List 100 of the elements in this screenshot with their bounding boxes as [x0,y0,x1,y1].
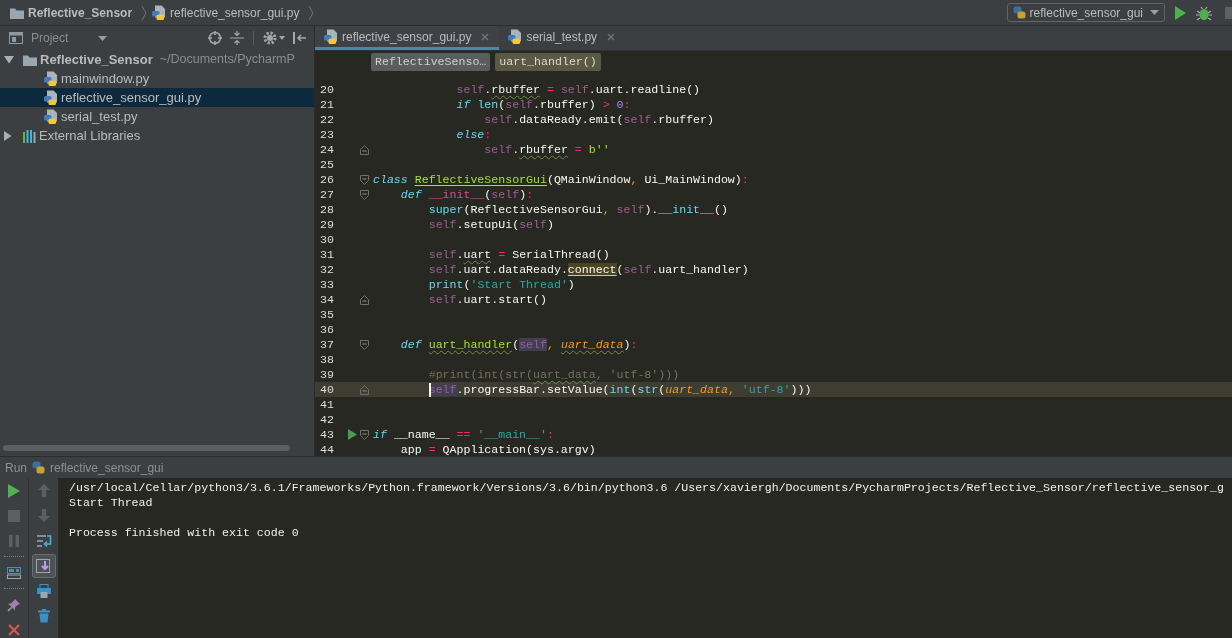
breadcrumb-item[interactable]: reflective_sensor_gui.py [152,3,300,22]
code-line: self.rbuffer = self.uart.readline() [456,82,701,97]
breadcrumb-item[interactable]: uart_handler() [495,53,601,71]
editor-tab[interactable]: reflective_sensor_gui.py [315,26,500,50]
layout-icon[interactable] [7,566,21,579]
line-number: 20 [320,82,334,97]
panel-title[interactable]: Project [31,29,69,47]
python-file-icon [324,28,338,45]
tree-item[interactable]: External Libraries [0,126,314,145]
fold-start-icon[interactable] [360,339,369,350]
line-number: 26 [320,172,334,187]
chevron-icon [141,4,148,21]
caret-icon[interactable] [279,36,285,40]
scrollbar-thumb[interactable] [3,445,290,451]
collapse-all-icon[interactable] [230,31,244,45]
code-line: self.uart.start() [428,292,547,307]
folder-icon [10,6,24,19]
tree-item[interactable]: mainwindow.py [0,69,314,88]
close-icon[interactable] [481,32,490,41]
code-line: if len(self.rbuffer) > 0: [456,97,631,112]
python-file-icon [44,89,58,106]
fold-end-icon[interactable] [360,294,369,305]
code-line: self.setupUi(self) [428,217,554,232]
python-file-icon [44,108,58,125]
text-cursor [428,382,431,397]
fold-end-icon[interactable] [360,144,369,155]
tree-item[interactable]: serial_test.py [0,107,314,126]
python-logo-icon [1012,6,1026,19]
line-number: 22 [320,112,334,127]
line-number: 34 [320,292,334,307]
chevron-icon [308,4,315,21]
hide-panel-icon[interactable] [293,31,307,45]
caret-down-icon[interactable] [4,55,14,64]
fold-start-icon[interactable] [360,174,369,185]
caret-icon[interactable] [98,35,108,41]
run-icon[interactable] [347,429,357,440]
python-logo-icon [32,461,45,474]
line-number: 43 [320,427,334,442]
crosshair-icon[interactable] [208,31,222,45]
line-number: 30 [320,232,334,247]
soft-wrap-icon[interactable] [35,533,52,548]
code-line: super(ReflectiveSensorGui, self).__init__() [428,202,728,217]
line-number: 40 [320,382,334,397]
folder-icon [23,53,37,66]
line-number: 41 [320,397,334,412]
code-line: #print(int(str(uart_data, 'utf-8'))) [428,367,680,382]
breadcrumb-item[interactable]: ReflectiveSenso… [371,53,491,71]
line-number: 23 [320,127,334,142]
tree-item[interactable]: reflective_sensor_gui.py [0,88,314,107]
pin-icon[interactable] [7,597,21,612]
breadcrumb-item[interactable]: Reflective_Sensor [10,3,133,22]
scroll-to-end-icon[interactable] [36,558,51,573]
line-number: 25 [320,157,334,172]
printer-icon[interactable] [36,583,51,598]
line-number: 32 [320,262,334,277]
line-number: 37 [320,337,334,352]
code-line: self.uart = SerialThread() [428,247,610,262]
caret-icon [1150,10,1159,15]
tree-item[interactable]: Reflective_Sensor ~/Documents/PycharmP [0,50,314,69]
console-line: Process finished with exit code 0 [69,525,300,540]
project-path: ~/Documents/PycharmP [159,51,295,69]
line-number: 21 [320,97,334,112]
line-number: 33 [320,277,334,292]
gear-icon[interactable] [263,31,277,45]
fold-start-icon[interactable] [360,189,369,200]
line-number: 44 [320,442,334,456]
library-icon [23,128,36,143]
line-number: 36 [320,322,334,337]
console-line: /usr/local/Cellar/python3/3.6.1/Frameworks/Python.framework/Versions/3.6/bin/python3.6 /Users/xaviergh/Documents/PycharmProjects/Reflective_Sensor/reflective_sensor_g [69,480,1225,495]
run-config-dropdown[interactable]: reflective_sensor_gui [1006,3,1165,22]
code-line: app = QApplication(sys.argv) [400,442,596,456]
caret-right-icon[interactable] [4,130,12,141]
code-line: else: [456,127,492,142]
line-number: 39 [320,367,334,382]
close-icon[interactable] [607,32,616,41]
line-number: 29 [320,217,334,232]
trash-icon[interactable] [37,608,50,623]
run-icon[interactable] [1175,5,1186,20]
python-file-icon [152,4,167,21]
line-number: 28 [320,202,334,217]
editor-tab[interactable]: serial_test.py [499,26,626,50]
bug-icon[interactable] [1196,4,1212,21]
panel-title[interactable]: Run [5,458,27,477]
line-number: 24 [320,142,334,157]
code-line: class ReflectiveSensorGui(QMainWindow, Ui_MainWindow): [373,172,749,187]
line-number: 38 [320,352,334,367]
run-config-label[interactable]: reflective_sensor_gui [50,458,164,477]
close-icon[interactable] [8,623,20,636]
code-line: self.uart.dataReady.connect(self.uart_handler) [428,262,749,277]
line-number: 35 [320,307,334,322]
code-line: print('Start Thread') [428,277,575,292]
fold-start-icon[interactable] [360,429,369,440]
code-line: self.dataReady.emit(self.rbuffer) [484,112,714,127]
rerun-icon[interactable] [8,483,20,498]
code-line: if __name__ == '__main__': [373,427,554,442]
toggle-button[interactable] [31,553,56,578]
python-file-icon [44,70,58,87]
line-number: 42 [320,412,334,427]
code-line: self.rbuffer = b'' [484,142,610,157]
fold-end-icon[interactable] [360,384,369,395]
